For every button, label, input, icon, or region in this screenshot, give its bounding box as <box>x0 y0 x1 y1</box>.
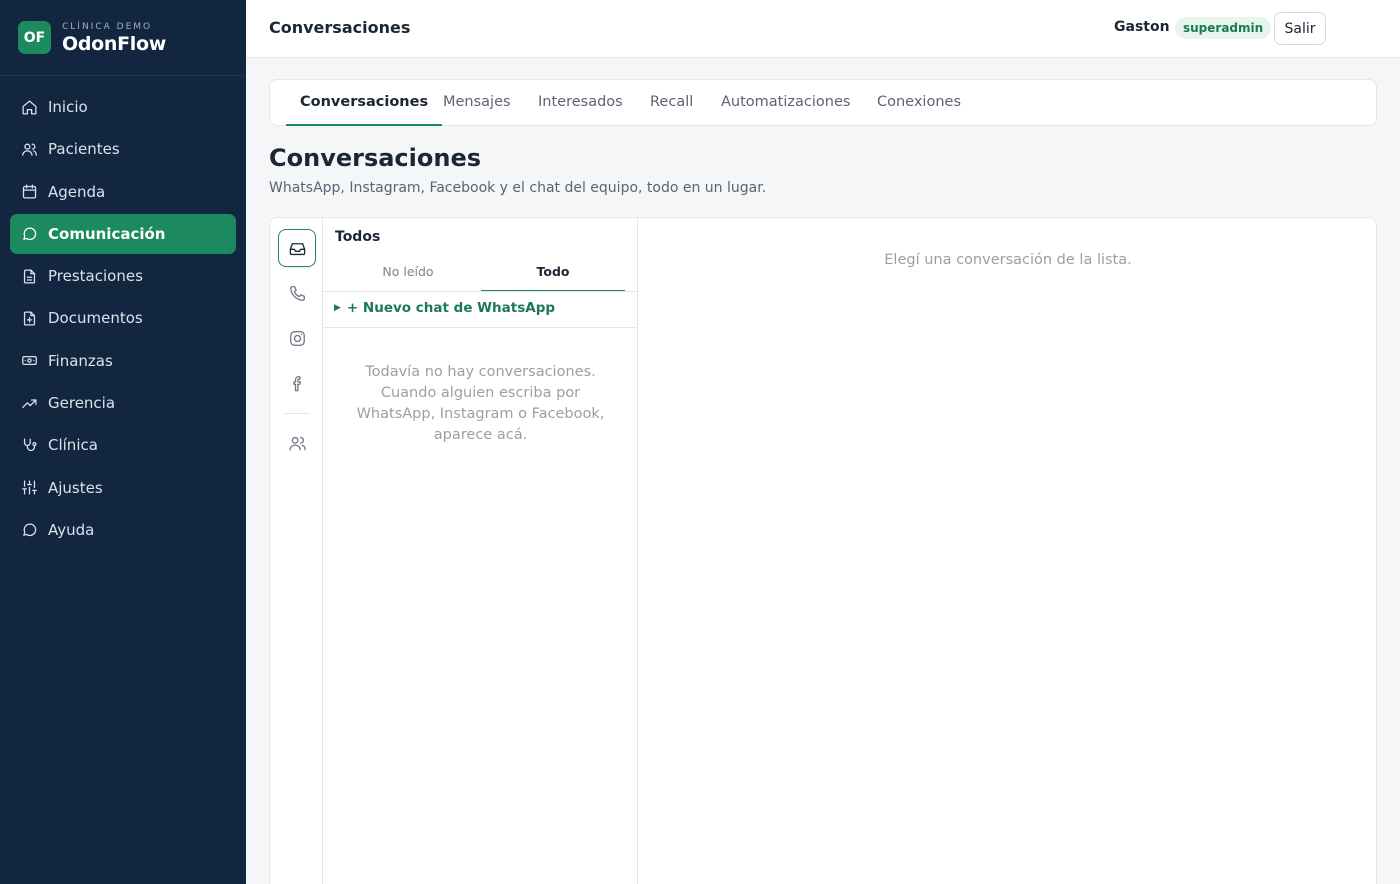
tab-interesados[interactable]: Interesados <box>524 80 637 126</box>
help-bubble-icon <box>23 523 37 537</box>
calendar-icon <box>22 184 37 199</box>
tab-recall[interactable]: Recall <box>636 80 707 126</box>
sidebar-item-gerencia[interactable]: Gerencia <box>10 383 236 423</box>
tab-conexiones[interactable]: Conexiones <box>863 80 975 126</box>
chat-bubble-icon <box>23 227 37 241</box>
sidebar-item-label: Prestaciones <box>48 267 143 286</box>
document-list-icon <box>23 269 36 284</box>
sidebar-item-label: Documentos <box>48 309 143 328</box>
sidebar-item-agenda[interactable]: Agenda <box>10 172 236 212</box>
filter-all-tab[interactable]: Todo <box>481 258 625 292</box>
role-badge: superadmin <box>1175 17 1272 39</box>
sidebar-item-prestaciones[interactable]: Prestaciones <box>10 256 236 296</box>
brand-name: OdonFlow <box>62 32 167 55</box>
rail-divider <box>284 413 310 414</box>
team-icon <box>288 436 306 450</box>
brand-text: CLÍNICA DEMO OdonFlow <box>62 21 166 55</box>
brand-subtitle: CLÍNICA DEMO <box>62 21 153 32</box>
empty-list-message: Todavía no hay conversaciones. Cuando al… <box>356 364 605 443</box>
sidebar-item-clinica[interactable]: Clínica <box>10 425 236 465</box>
sidebar-item-label: Pacientes <box>48 140 120 159</box>
inbox-icon <box>289 242 305 255</box>
tab-conversaciones[interactable]: Conversaciones <box>286 80 443 126</box>
sidebar-item-finanzas[interactable]: Finanzas <box>10 341 236 381</box>
sidebar-item-pacientes[interactable]: Pacientes <box>10 129 236 169</box>
sidebar-item-ayuda[interactable]: Ayuda <box>10 510 236 550</box>
sidebar-item-label: Gerencia <box>48 394 116 413</box>
new-whatsapp-chat-toggle[interactable]: ▶ + Nuevo chat de WhatsApp <box>334 300 555 316</box>
channel-instagram-button[interactable] <box>278 319 316 357</box>
page-heading: Conversaciones <box>269 144 482 172</box>
sidebar-item-comunicacion[interactable]: Comunicación <box>10 213 236 254</box>
sidebar-item-label: Inicio <box>48 98 88 116</box>
channel-all-button[interactable] <box>278 229 316 267</box>
channel-facebook-button[interactable] <box>278 364 316 402</box>
users-icon <box>22 143 37 156</box>
brand: OF CLÍNICA DEMO OdonFlow <box>0 0 246 76</box>
document-plus-icon <box>23 311 36 326</box>
sidebar-item-label: Clínica <box>48 436 98 455</box>
home-icon <box>22 99 37 115</box>
conversation-list: Todos No leído Todo ▶ + Nuevo chat de Wh… <box>323 218 638 884</box>
disclosure-triangle-icon: ▶ <box>334 303 341 313</box>
sidebar-item-documentos[interactable]: Documentos <box>10 298 236 338</box>
sidebar-item-label: Agenda <box>48 182 106 201</box>
sidebar-item-label: Finanzas <box>48 351 113 370</box>
banknote-icon <box>22 356 37 366</box>
channel-team-button[interactable] <box>278 424 316 462</box>
logout-button[interactable]: Salir <box>1274 12 1326 45</box>
list-divider <box>323 327 637 328</box>
facebook-icon <box>292 375 301 391</box>
stethoscope-icon <box>23 438 37 451</box>
sidebar-item-inicio[interactable]: Inicio <box>10 87 236 127</box>
user-name: Gaston <box>1114 19 1170 35</box>
filter-unread-tab[interactable]: No leído <box>336 258 480 292</box>
list-title: Todos <box>335 229 381 245</box>
sidebar-item-ajustes[interactable]: Ajustes <box>10 468 236 508</box>
channel-rail <box>270 218 323 884</box>
sliders-icon <box>22 480 37 495</box>
page-title: Conversaciones <box>269 18 411 37</box>
trending-up-icon <box>22 398 37 408</box>
sidebar: OF CLÍNICA DEMO OdonFlow Inicio Paciente… <box>0 0 246 884</box>
page-subtitle: WhatsApp, Instagram, Facebook y el chat … <box>269 180 767 196</box>
empty-detail-message: Elegí una conversación de la lista. <box>884 252 1132 268</box>
tab-automatizaciones[interactable]: Automatizaciones <box>707 80 864 126</box>
sidebar-nav: Inicio Pacientes Agenda Comunicación Pre… <box>10 87 236 552</box>
sidebar-item-label: Comunicación <box>48 224 166 243</box>
section-tabs: Conversaciones Mensajes Interesados Reca… <box>269 79 1377 126</box>
sidebar-item-label: Ajustes <box>48 478 103 497</box>
channel-whatsapp-button[interactable] <box>278 274 316 312</box>
conversations-panel: Todos No leído Todo ▶ + Nuevo chat de Wh… <box>269 217 1377 884</box>
sidebar-item-label: Ayuda <box>48 520 95 539</box>
top-bar: Conversaciones Gaston superadmin Salir <box>246 0 1400 58</box>
new-chat-label: + Nuevo chat de WhatsApp <box>346 300 556 316</box>
list-divider <box>323 291 637 292</box>
tab-mensajes[interactable]: Mensajes <box>429 80 525 126</box>
phone-icon <box>289 285 305 301</box>
instagram-icon <box>289 330 305 346</box>
brand-logo[interactable]: OF <box>18 21 51 54</box>
